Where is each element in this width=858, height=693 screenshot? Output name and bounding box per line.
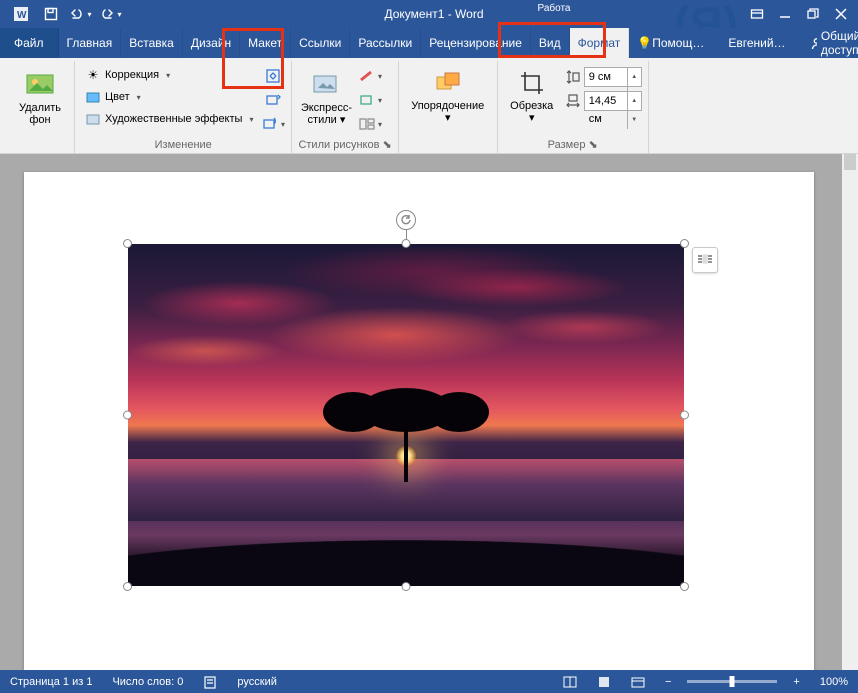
crop-label: Обрезка	[510, 100, 553, 112]
width-value: 14,45 см	[589, 95, 617, 125]
tab-home[interactable]: Главная	[59, 28, 122, 58]
tell-me[interactable]: 💡 Помощ…	[629, 36, 712, 50]
svg-text:W: W	[17, 10, 27, 21]
tab-view[interactable]: Вид	[531, 28, 570, 58]
share-button[interactable]: Общий доступ	[802, 29, 858, 57]
handle-tl[interactable]	[123, 239, 132, 248]
color-button[interactable]: Цвет	[81, 87, 257, 107]
word-icon: W	[8, 2, 34, 26]
height-spinner[interactable]: ▲▼	[627, 68, 641, 86]
remove-bg-l1: Удалить	[19, 102, 61, 114]
effects-icon	[85, 111, 101, 127]
ribbon-tabs: Файл Главная Вставка Дизайн Макет Ссылки…	[0, 28, 858, 58]
picture-border-button[interactable]	[358, 65, 382, 87]
restore-icon[interactable]	[800, 2, 826, 26]
picture-layout-button[interactable]	[358, 113, 382, 135]
close-icon[interactable]	[828, 2, 854, 26]
handle-br[interactable]	[680, 582, 689, 591]
reset-picture-button[interactable]	[261, 113, 285, 135]
undo-icon[interactable]	[68, 2, 94, 26]
language-indicator[interactable]: русский	[227, 670, 286, 693]
tab-format[interactable]: Формат	[570, 28, 630, 58]
width-spinner[interactable]: ▲▼	[627, 92, 641, 110]
proofing-icon[interactable]	[193, 670, 227, 693]
vertical-scrollbar[interactable]	[842, 154, 858, 670]
change-picture-button[interactable]	[261, 89, 285, 111]
handle-l[interactable]	[123, 411, 132, 420]
remove-background-button[interactable]: Удалитьфон	[12, 65, 68, 130]
document-area	[0, 154, 858, 670]
effects-label: Художественные эффекты	[105, 113, 242, 125]
layout-options-button[interactable]	[692, 247, 718, 273]
styles-group-label: Стили рисунков	[298, 139, 379, 151]
arrange-button[interactable]: Упорядочение▾	[405, 65, 491, 128]
tab-layout[interactable]: Макет	[240, 28, 291, 58]
height-field[interactable]: 9 см ▲▼	[564, 67, 642, 87]
handle-r[interactable]	[680, 411, 689, 420]
selected-picture[interactable]	[128, 244, 684, 586]
window-title: Документ1 - Word	[124, 7, 744, 21]
width-field[interactable]: 14,45 см▲▼	[564, 91, 642, 111]
zoom-slider[interactable]	[687, 680, 777, 683]
title-bar: W Документ1 - Word (Я) Работа	[0, 0, 858, 28]
picture-tools-context: Работа	[524, 0, 584, 23]
picture-content	[128, 244, 684, 586]
handle-b[interactable]	[402, 582, 411, 591]
tab-references[interactable]: Ссылки	[291, 28, 350, 58]
view-web[interactable]	[621, 670, 655, 693]
size-group-label: Размер	[548, 139, 586, 151]
view-print[interactable]	[587, 670, 621, 693]
page[interactable]	[24, 172, 814, 670]
tell-me-label: Помощ…	[652, 36, 704, 50]
height-value: 9 см	[589, 71, 611, 83]
remove-bg-l2: фон	[29, 114, 50, 126]
height-icon	[564, 68, 582, 86]
brightness-icon: ☀	[85, 67, 101, 83]
page-indicator[interactable]: Страница 1 из 1	[0, 670, 102, 693]
handle-bl[interactable]	[123, 582, 132, 591]
handle-t[interactable]	[402, 239, 411, 248]
width-icon	[564, 92, 582, 110]
corrections-label: Коррекция	[105, 69, 159, 81]
redo-icon[interactable]	[98, 2, 124, 26]
picture-effects-button[interactable]	[358, 89, 382, 111]
ribbon-options-icon[interactable]	[744, 2, 770, 26]
color-label: Цвет	[105, 91, 130, 103]
zoom-in[interactable]: +	[783, 670, 809, 693]
tab-design[interactable]: Дизайн	[183, 28, 240, 58]
minimize-icon[interactable]	[772, 2, 798, 26]
color-icon	[85, 89, 101, 105]
tab-review[interactable]: Рецензирование	[421, 28, 531, 58]
zoom-out[interactable]: −	[655, 670, 681, 693]
styles-l1: Экспресс-	[301, 102, 352, 114]
change-group-label: Изменение	[81, 139, 285, 153]
quick-styles-button[interactable]: Экспресс-стили ▾	[298, 65, 354, 130]
styles-l2: стили	[308, 114, 337, 126]
crop-button[interactable]: Обрезка▾	[504, 65, 560, 128]
account-user[interactable]: Евгений…	[720, 36, 793, 50]
compress-pictures-button[interactable]	[261, 65, 285, 87]
tab-mailings[interactable]: Рассылки	[350, 28, 421, 58]
handle-tr[interactable]	[680, 239, 689, 248]
save-icon[interactable]	[38, 2, 64, 26]
word-count[interactable]: Число слов: 0	[102, 670, 193, 693]
zoom-level[interactable]: 100%	[810, 670, 858, 693]
ribbon: Удалитьфон ☀ Коррекция Цвет Художественны…	[0, 58, 858, 154]
corrections-button[interactable]: ☀ Коррекция	[81, 65, 257, 85]
arrange-label: Упорядочение	[411, 100, 484, 112]
status-bar: Страница 1 из 1 Число слов: 0 русский − …	[0, 670, 858, 693]
share-label: Общий доступ	[821, 29, 858, 57]
view-read[interactable]	[553, 670, 587, 693]
rotate-handle[interactable]	[396, 210, 416, 230]
artistic-effects-button[interactable]: Художественные эффекты	[81, 109, 257, 129]
tab-file[interactable]: Файл	[0, 28, 59, 58]
tab-insert[interactable]: Вставка	[121, 28, 183, 58]
